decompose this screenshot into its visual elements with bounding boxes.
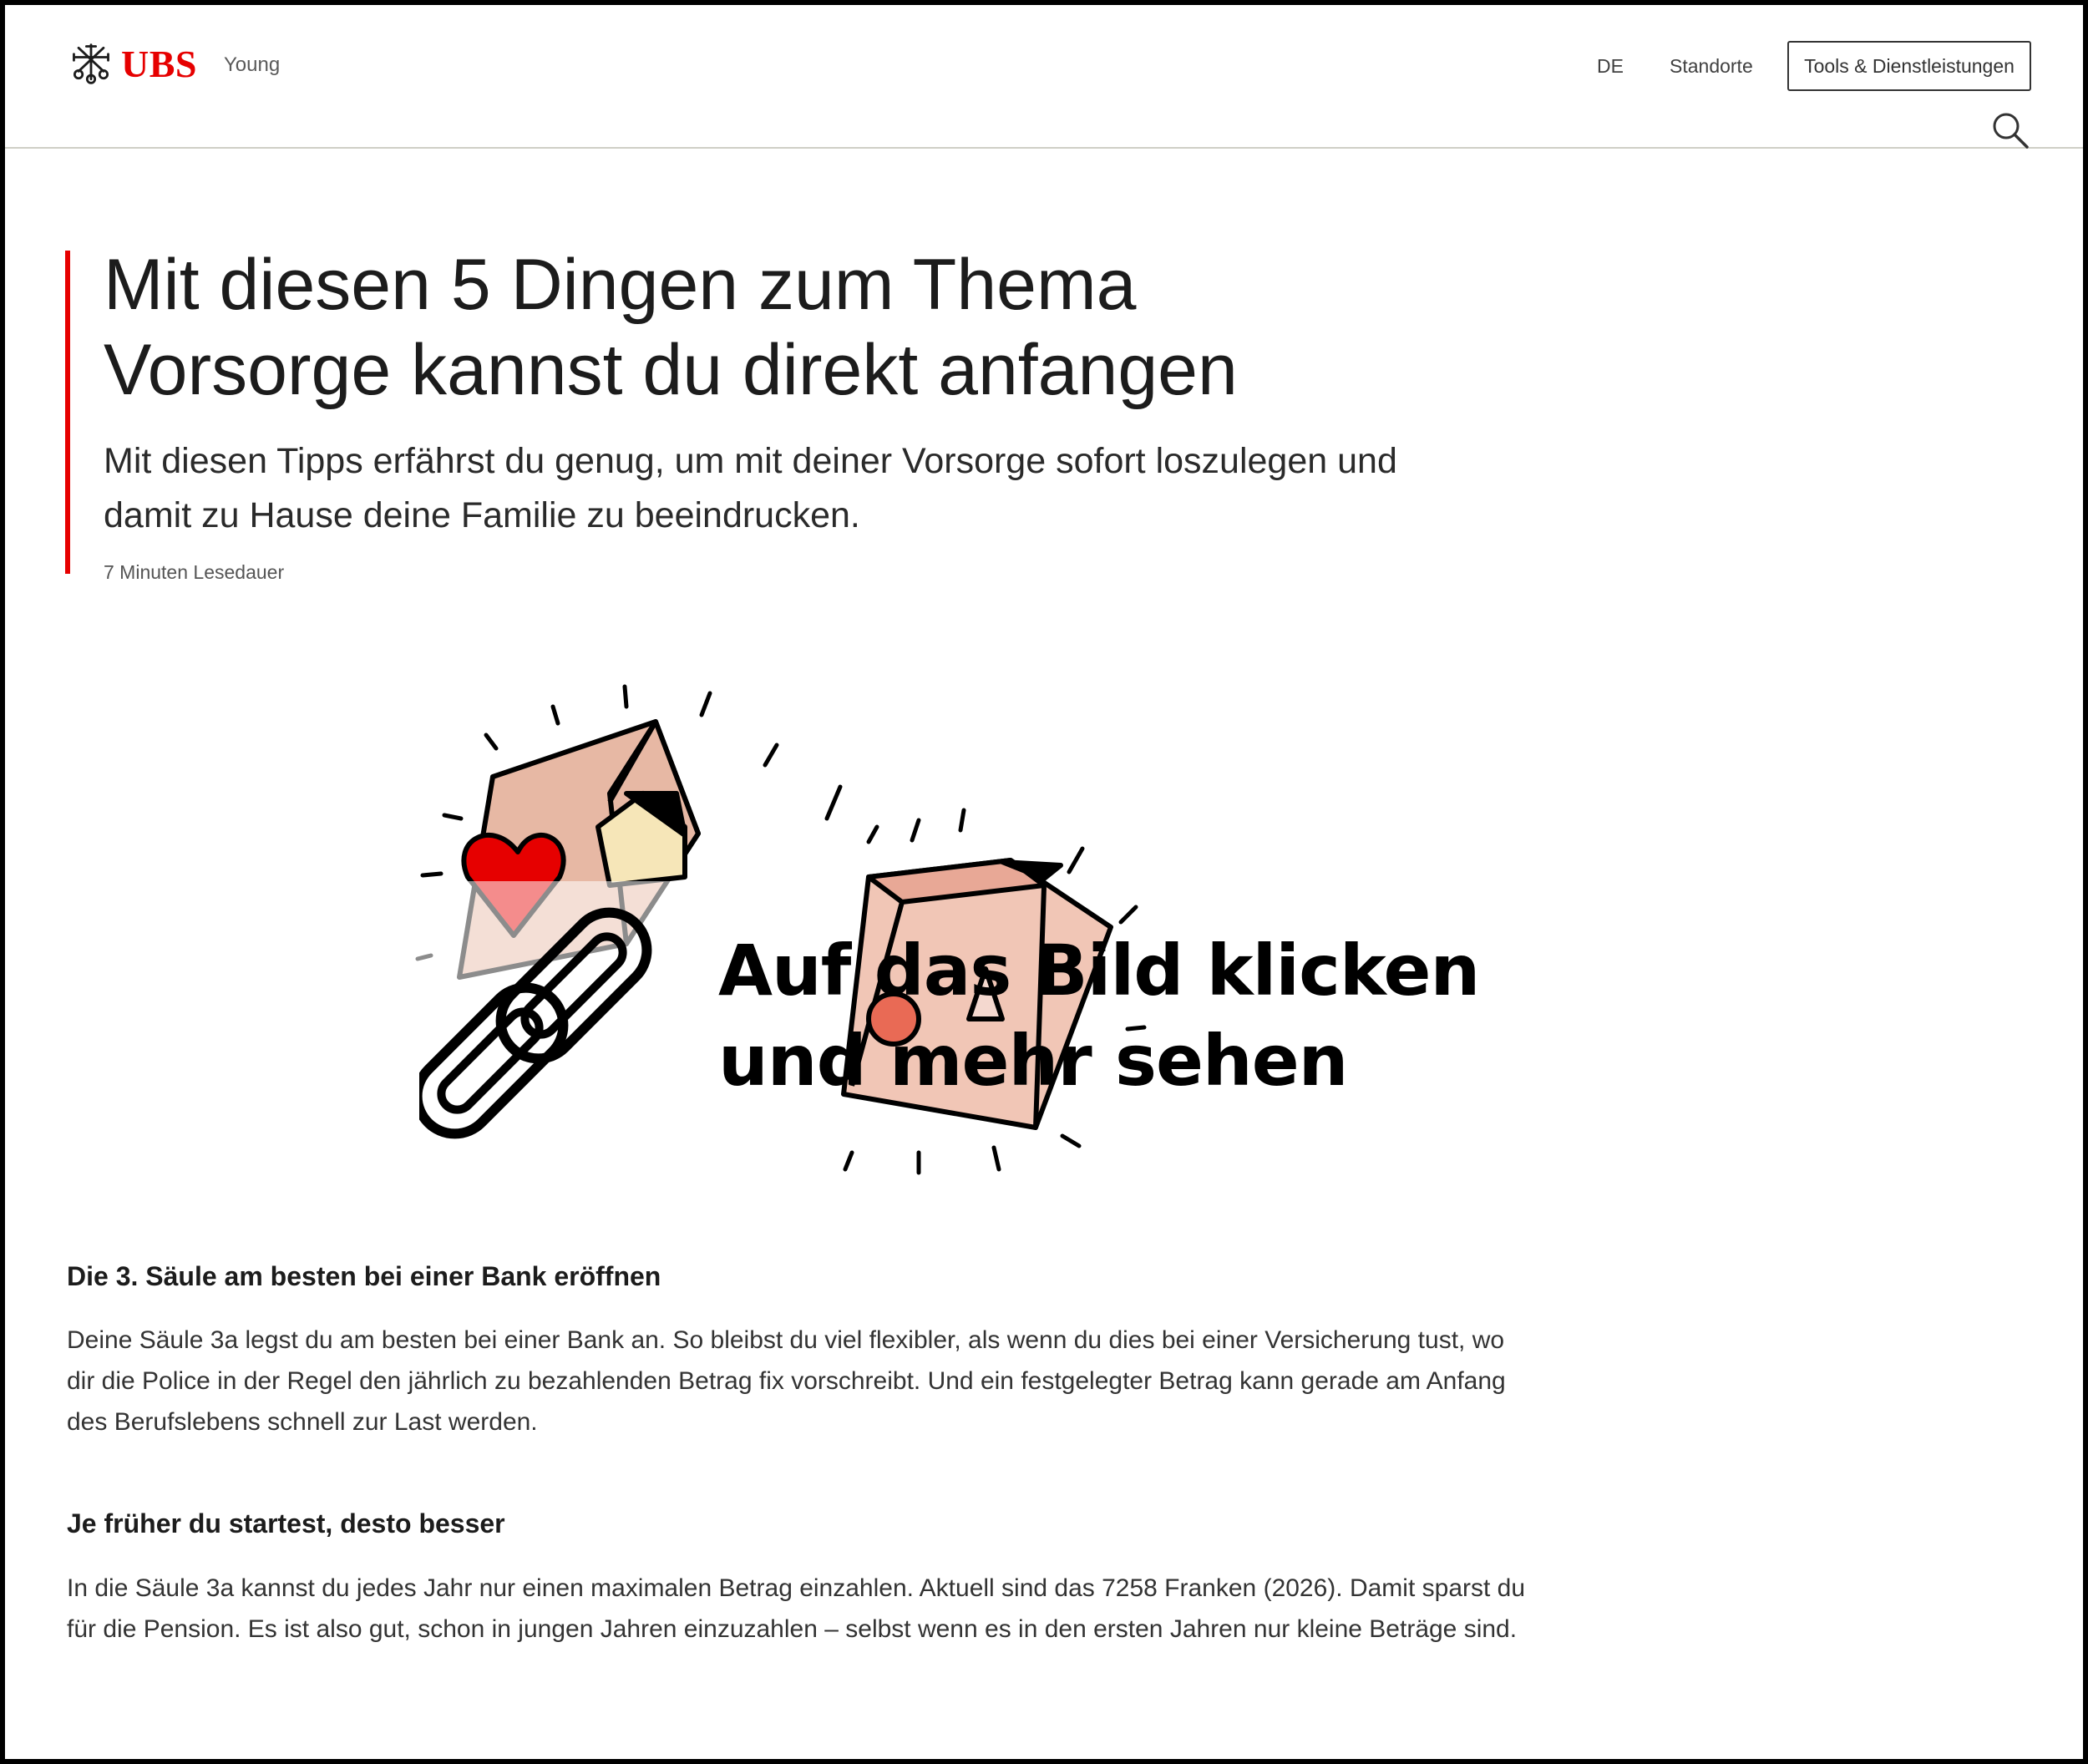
keys-icon [73, 43, 109, 84]
tools-services-button[interactable]: Tools & Dienstleistungen [1787, 41, 2031, 91]
search-icon[interactable] [1991, 111, 2030, 150]
brand-subtitle: Young [224, 53, 281, 76]
section-paragraph: In die Säule 3a kannst du jedes Jahr nur… [67, 1574, 1526, 1643]
page-title: Mit diesen 5 Dingen zum Thema Vorsorge k… [104, 245, 1238, 410]
logo-wordmark: UBS [121, 42, 197, 85]
section-heading: Je früher du startest, desto besser [67, 1508, 505, 1538]
read-time: 7 Minuten Lesedauer [104, 561, 285, 583]
overlay-caption-line1: Auf das Bild klicken [718, 930, 1480, 1011]
image-overlay-caption[interactable]: Auf das Bild klicken und mehr sehen [718, 925, 1480, 1106]
section-paragraph: Deine Säule 3a legst du am besten bei ei… [67, 1326, 1506, 1436]
section-heading: Die 3. Säule am besten bei einer Bank er… [67, 1261, 661, 1291]
language-switch[interactable]: DE [1597, 55, 1624, 78]
ubs-logo[interactable]: UBS [68, 38, 197, 89]
overlay-caption-line2: und mehr sehen [718, 1020, 1348, 1102]
hero-accent-bar [65, 251, 70, 574]
link-icon[interactable] [419, 881, 720, 1148]
lead-paragraph: Mit diesen Tipps erfährst du genug, um m… [104, 441, 1397, 535]
nav-locations-link[interactable]: Standorte [1670, 55, 1753, 78]
site-header: UBS Young DE Standorte Tools & Dienstlei… [5, 5, 2083, 149]
